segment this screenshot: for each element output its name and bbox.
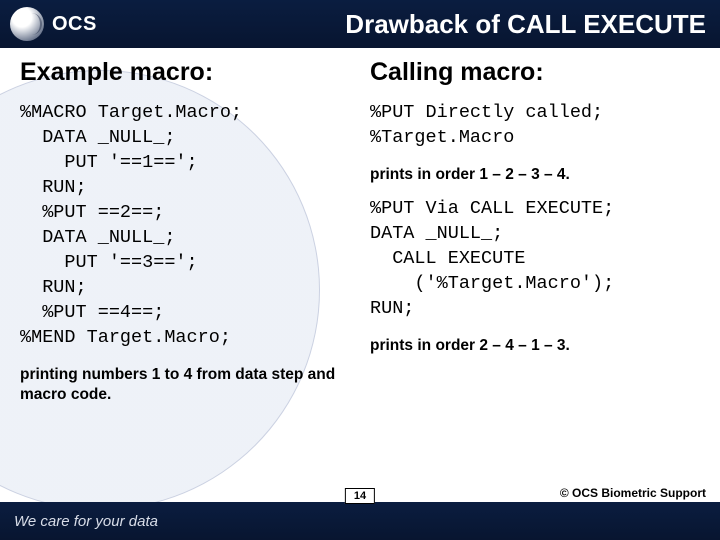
left-heading: Example macro:: [20, 58, 350, 87]
page-number-wrap: 14: [345, 488, 375, 504]
footer-bar: We care for your data: [0, 502, 720, 540]
brand-text: OCS: [52, 13, 97, 36]
right-column: Calling macro: %PUT Directly called; %Ta…: [370, 58, 700, 405]
slide-title: Drawback of CALL EXECUTE: [345, 9, 706, 40]
right-code-2: %PUT Via CALL EXECUTE; DATA _NULL_; CALL…: [370, 197, 700, 322]
content-area: Example macro: %MACRO Target.Macro; DATA…: [0, 48, 720, 405]
globe-icon: [10, 7, 44, 41]
right-code-1: %PUT Directly called; %Target.Macro: [370, 101, 700, 151]
left-code: %MACRO Target.Macro; DATA _NULL_; PUT '=…: [20, 101, 350, 351]
page-number: 14: [345, 488, 375, 504]
right-note-2: prints in order 2 – 4 – 1 – 3.: [370, 336, 700, 356]
copyright: © OCS Biometric Support: [560, 486, 706, 500]
right-heading: Calling macro:: [370, 58, 700, 87]
left-column: Example macro: %MACRO Target.Macro; DATA…: [20, 58, 350, 405]
left-note: printing numbers 1 to 4 from data step a…: [20, 365, 350, 405]
brand-logo: OCS: [0, 7, 97, 41]
right-note-1: prints in order 1 – 2 – 3 – 4.: [370, 165, 700, 185]
footer-tagline: We care for your data: [14, 513, 158, 530]
header-bar: OCS Drawback of CALL EXECUTE: [0, 0, 720, 48]
